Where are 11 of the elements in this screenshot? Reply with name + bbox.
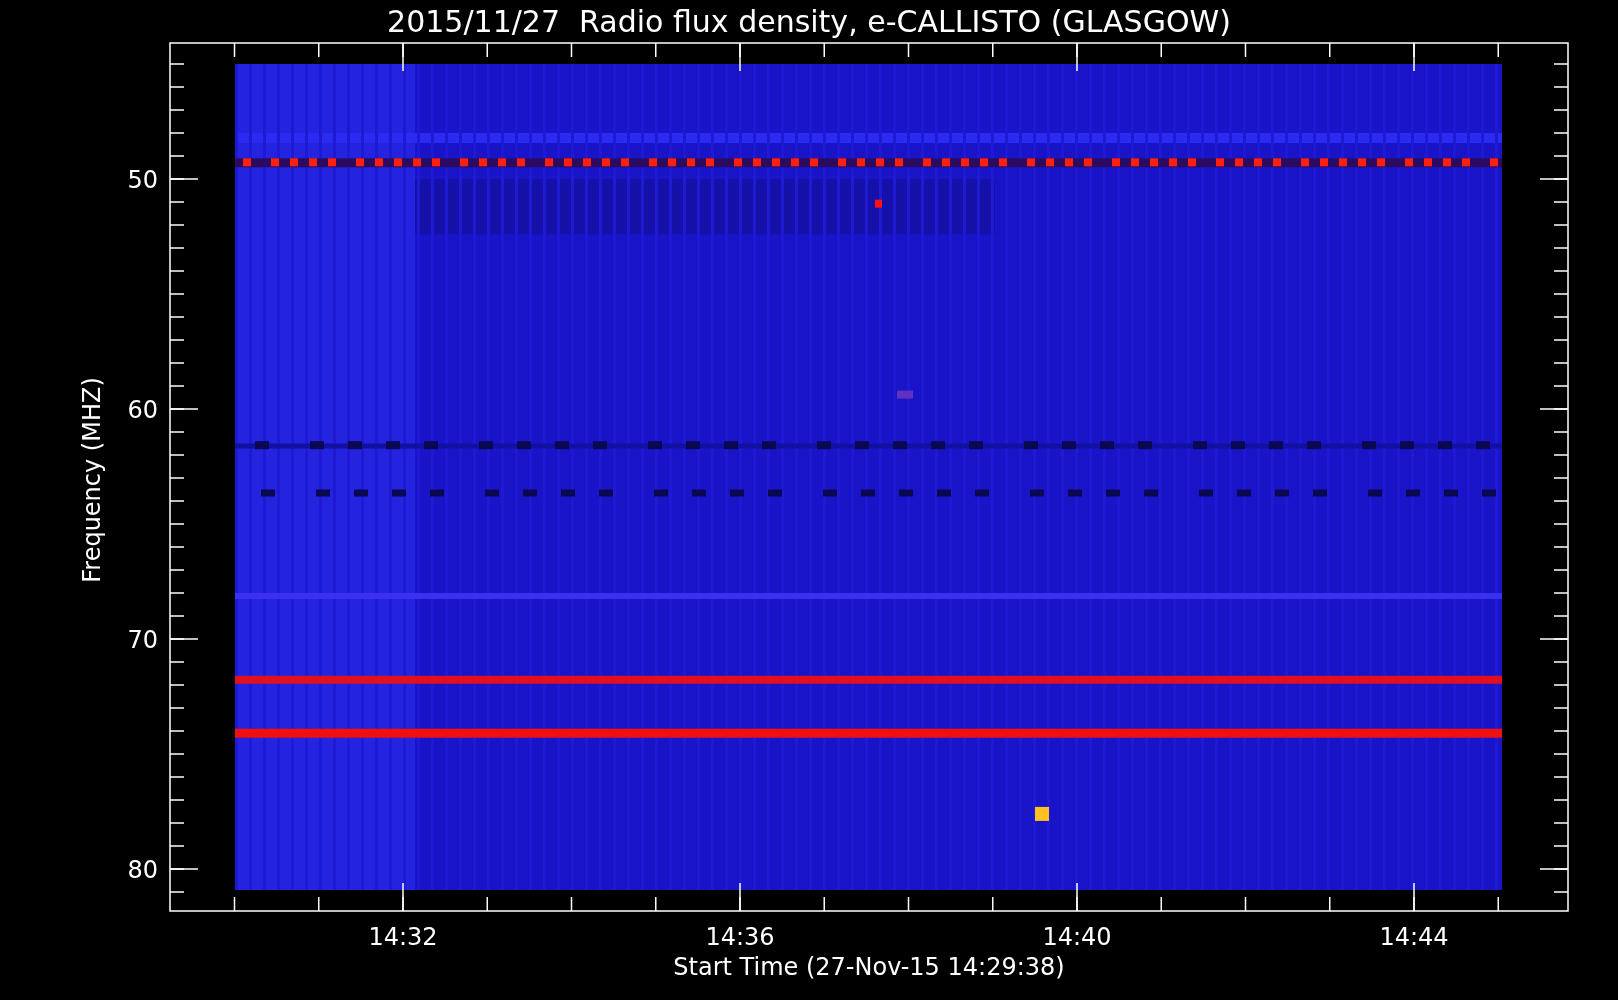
y-axis-label: Frequency (MHZ) [78,377,106,583]
chart-title: 2015/11/27 Radio flux density, e-CALLISTO (GLASGOW) [387,4,1231,39]
x-axis-label: Start Time (27-Nov-15 14:29:38) [673,953,1065,981]
x-tick-label: 14:32 [368,923,438,951]
x-tick-label: 14:36 [705,923,775,951]
y-tick-label: 80 [127,856,158,884]
y-tick-label: 70 [127,626,158,654]
x-tick-label: 14:44 [1379,923,1449,951]
y-tick-label: 50 [127,166,158,194]
x-tick-label: 14:40 [1042,923,1112,951]
y-tick-label: 60 [127,396,158,424]
